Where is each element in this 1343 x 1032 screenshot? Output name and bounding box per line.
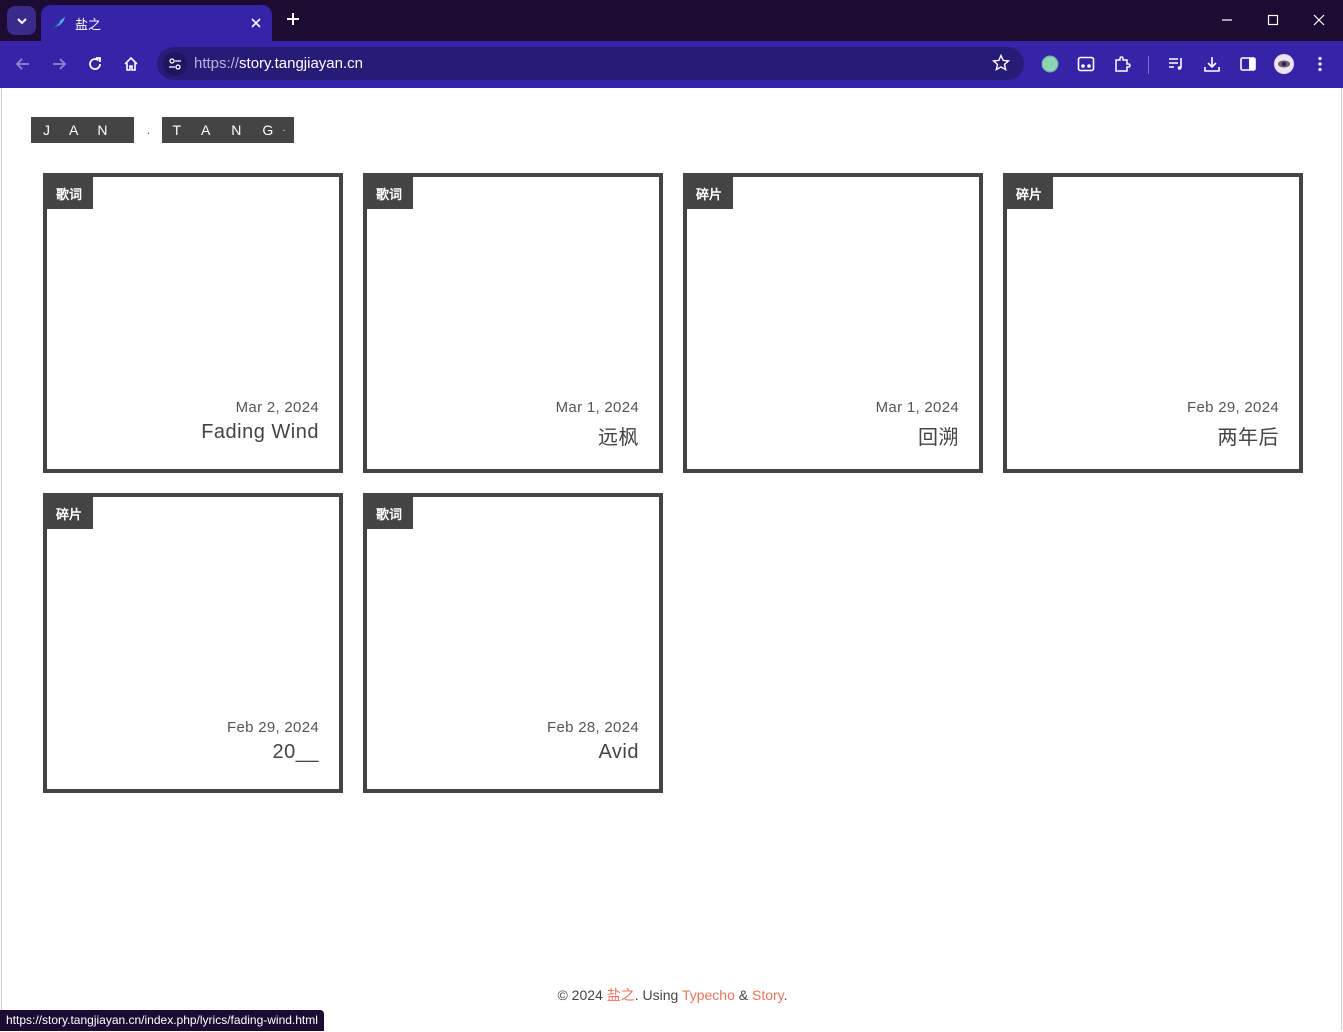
media-control-icon[interactable]: [1164, 52, 1188, 76]
post-date: Mar 1, 2024: [875, 399, 959, 416]
url-scheme: https://: [194, 55, 240, 72]
minimize-icon: [1222, 19, 1232, 21]
arrow-right-icon: [53, 58, 67, 70]
post-category[interactable]: 歌词: [367, 497, 414, 529]
tab-search-button[interactable]: [7, 6, 36, 35]
maximize-button[interactable]: [1261, 8, 1285, 32]
maximize-icon: [1267, 14, 1279, 26]
download-icon[interactable]: [1200, 52, 1224, 76]
chevron-down-icon: [16, 17, 27, 24]
post-category[interactable]: 碎片: [1007, 177, 1054, 209]
profile-avatar[interactable]: [1272, 52, 1296, 76]
close-icon: [1313, 14, 1325, 26]
post-date: Feb 29, 2024: [1186, 399, 1279, 416]
footer-author-link[interactable]: 盐之: [607, 987, 635, 1003]
post-category[interactable]: 歌词: [367, 177, 414, 209]
footer-story-link[interactable]: Story: [752, 987, 784, 1003]
post-title[interactable]: Avid: [598, 741, 639, 764]
plus-icon: [287, 13, 299, 25]
extension-mask-icon[interactable]: [1074, 52, 1098, 76]
logo-dot: .: [146, 123, 151, 137]
post-date: Mar 1, 2024: [555, 399, 639, 416]
back-button[interactable]: [11, 52, 35, 76]
post-category[interactable]: 碎片: [687, 177, 734, 209]
post-card[interactable]: 歌词 Mar 2, 2024 Fading Wind: [43, 173, 343, 473]
footer-amp: &: [734, 987, 752, 1003]
bookmark-star-icon[interactable]: [991, 53, 1011, 77]
home-icon: [124, 56, 138, 71]
post-card[interactable]: 碎片 Mar 1, 2024 回溯: [683, 173, 983, 473]
title-bar: 盐之: [0, 0, 1343, 41]
toolbar-divider: [1148, 56, 1149, 74]
post-title[interactable]: 回溯: [918, 421, 959, 450]
page-content: JAN . TANG · 歌词 Mar 2, 2024 Fading Wind 歌…: [1, 88, 1342, 1031]
post-title[interactable]: 两年后: [1218, 421, 1280, 450]
footer-using: . Using: [634, 987, 682, 1003]
tab-close-icon[interactable]: [248, 15, 264, 31]
post-date: Feb 29, 2024: [226, 719, 319, 736]
browser-tab[interactable]: 盐之: [41, 5, 272, 41]
footer-end: .: [783, 987, 788, 1003]
menu-kebab-icon[interactable]: [1308, 52, 1332, 76]
logo-part-tang-text: TANG: [172, 122, 295, 138]
site-logo[interactable]: JAN . TANG ·: [31, 117, 294, 143]
post-card[interactable]: 歌词 Feb 28, 2024 Avid: [363, 493, 663, 793]
browser-toolbar: https://story.tangjiayan.cn: [0, 41, 1343, 88]
url-host: story.tangjiayan.cn: [239, 55, 363, 72]
side-panel-icon[interactable]: [1236, 52, 1260, 76]
post-card[interactable]: 碎片 Feb 29, 2024 两年后: [1003, 173, 1303, 473]
reload-button[interactable]: [83, 52, 107, 76]
new-tab-button[interactable]: [283, 10, 303, 30]
arrow-left-icon: [15, 58, 29, 70]
post-card[interactable]: 碎片 Feb 29, 2024 20__: [43, 493, 343, 793]
logo-part-jan: JAN: [31, 117, 135, 143]
forward-button[interactable]: [47, 52, 71, 76]
close-window-button[interactable]: [1307, 8, 1331, 32]
minimize-button[interactable]: [1215, 8, 1239, 32]
post-category[interactable]: 歌词: [47, 177, 94, 209]
post-title[interactable]: 20__: [273, 741, 320, 764]
address-bar[interactable]: https://story.tangjiayan.cn: [157, 47, 1024, 80]
tab-title: 盐之: [75, 16, 102, 32]
footer-typecho-link[interactable]: Typecho: [682, 987, 735, 1003]
post-card[interactable]: 歌词 Mar 1, 2024 远枫: [363, 173, 663, 473]
url-text[interactable]: https://story.tangjiayan.cn: [194, 55, 363, 72]
logo-part-tang: TANG ·: [162, 117, 295, 143]
extensions-puzzle-icon[interactable]: [1110, 52, 1134, 76]
home-button[interactable]: [119, 52, 143, 76]
post-category[interactable]: 碎片: [47, 497, 94, 529]
feather-icon: [52, 17, 65, 30]
footer-copyright: © 2024: [557, 987, 607, 1003]
logo-tail: ·: [282, 124, 286, 136]
post-date: Feb 28, 2024: [546, 719, 639, 736]
extension-green-icon[interactable]: [1038, 52, 1062, 76]
status-bar-url: https://story.tangjiayan.cn/index.php/ly…: [0, 1010, 324, 1031]
post-title[interactable]: 远枫: [598, 421, 639, 450]
post-title[interactable]: Fading Wind: [201, 421, 319, 444]
site-info-icon[interactable]: [163, 52, 187, 76]
reload-icon: [89, 57, 101, 70]
post-date: Mar 2, 2024: [235, 399, 319, 416]
page-footer: © 2024 盐之. Using Typecho & Story.: [2, 985, 1343, 1005]
